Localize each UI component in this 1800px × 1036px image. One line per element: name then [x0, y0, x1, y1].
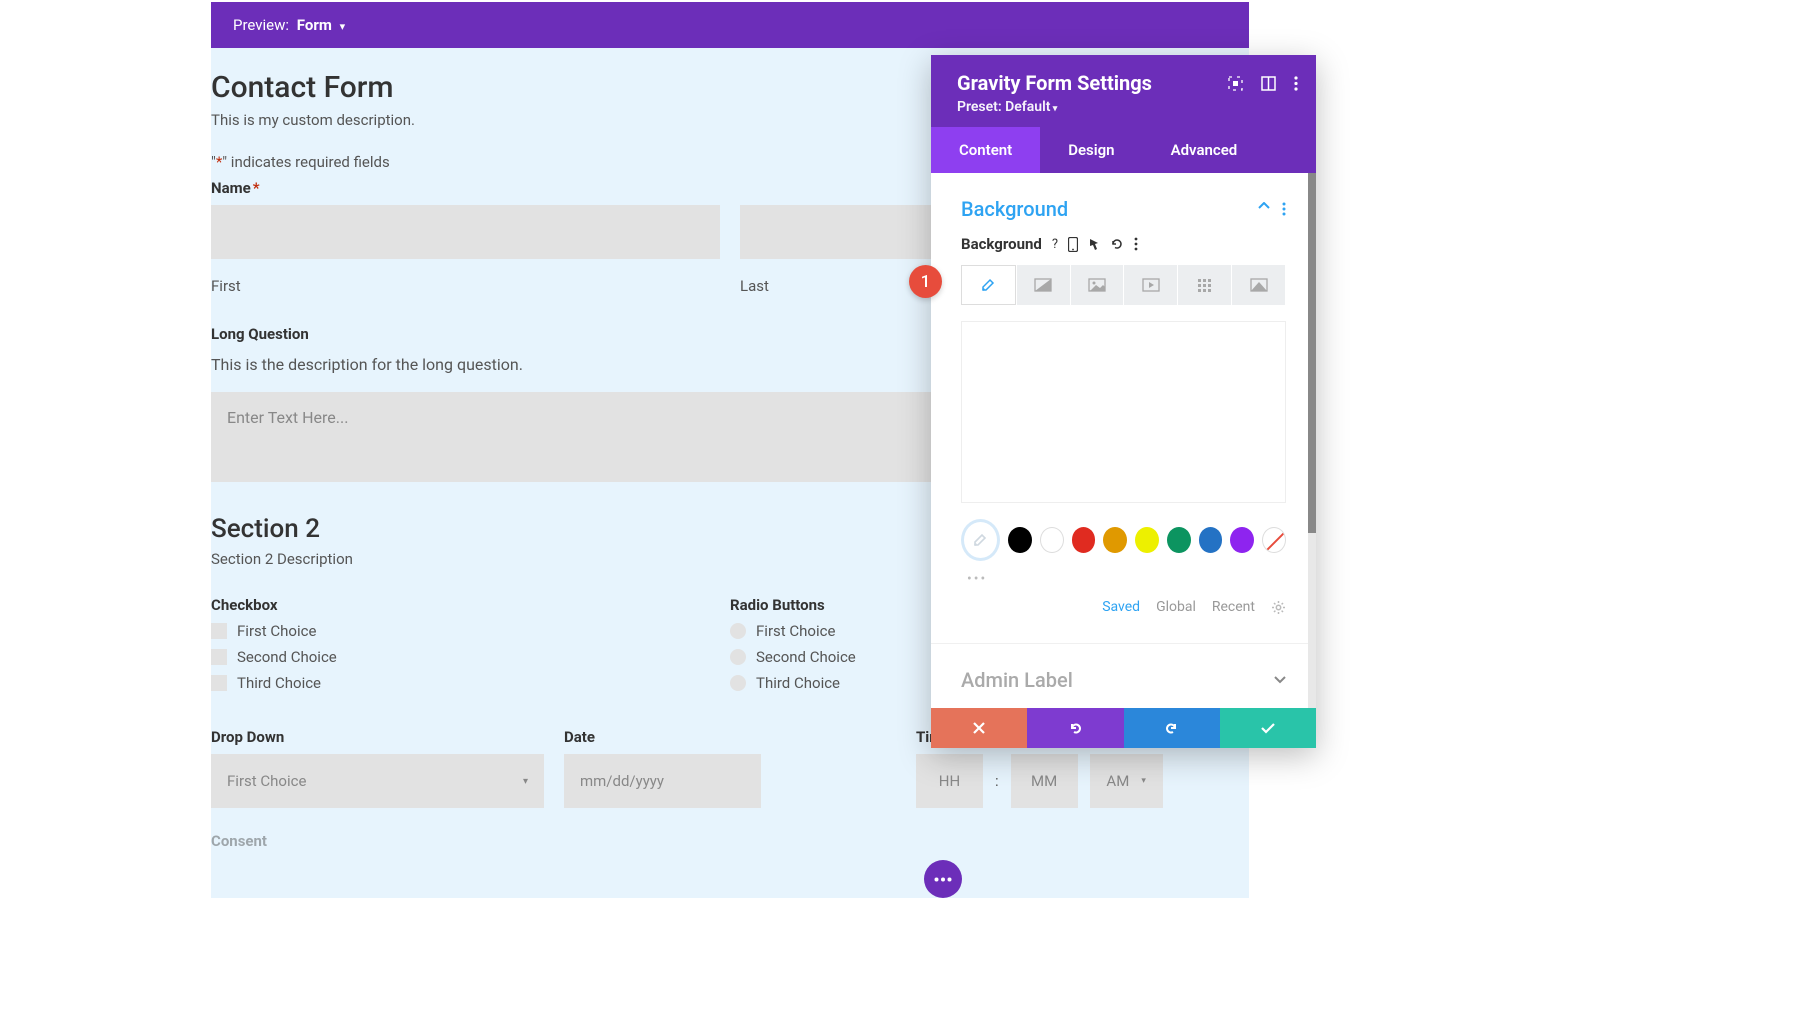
- color-tab-recent[interactable]: Recent: [1212, 599, 1255, 615]
- bg-tab-pattern[interactable]: [1178, 265, 1231, 305]
- settings-panel: Gravity Form Settings Preset: Default Co…: [931, 55, 1316, 748]
- color-palette-tabs: Saved Global Recent: [931, 597, 1316, 635]
- save-button[interactable]: [1220, 708, 1316, 748]
- tab-content[interactable]: Content: [931, 127, 1040, 173]
- cancel-button[interactable]: [931, 708, 1027, 748]
- swatch-orange[interactable]: [1103, 527, 1127, 553]
- color-tab-saved[interactable]: Saved: [1102, 599, 1140, 615]
- background-label: Background: [961, 235, 1042, 253]
- first-name-input[interactable]: [211, 205, 720, 259]
- dropdown-label: Drop Down: [211, 728, 544, 746]
- gear-icon[interactable]: [1271, 600, 1286, 615]
- panel-preset[interactable]: Preset: Default: [957, 99, 1298, 115]
- swatch-blue[interactable]: [1199, 527, 1223, 553]
- time-separator: :: [995, 772, 999, 790]
- checkbox-icon: [211, 623, 227, 639]
- section-background[interactable]: Background: [931, 191, 1316, 235]
- consent-label: Consent: [211, 832, 1249, 850]
- panel-title: Gravity Form Settings: [957, 71, 1152, 95]
- preview-bar[interactable]: Preview: Form: [211, 2, 1249, 48]
- radio-icon: [730, 623, 746, 639]
- more-icon[interactable]: [1282, 202, 1286, 216]
- hover-icon[interactable]: [1088, 237, 1100, 251]
- chevron-down-icon: [1274, 676, 1286, 684]
- checkbox-icon: [211, 649, 227, 665]
- tab-design[interactable]: Design: [1040, 127, 1142, 173]
- swatch-black[interactable]: [1008, 527, 1032, 553]
- radio-icon: [730, 649, 746, 665]
- checkbox-option[interactable]: First Choice: [211, 622, 730, 640]
- more-icon[interactable]: [1294, 76, 1298, 91]
- swatch-purple[interactable]: [1230, 527, 1254, 553]
- checkbox-label: Checkbox: [211, 596, 730, 614]
- undo-button[interactable]: [1027, 708, 1123, 748]
- phone-icon[interactable]: [1068, 237, 1078, 252]
- bg-tab-video[interactable]: [1124, 265, 1177, 305]
- swatch-yellow[interactable]: [1135, 527, 1159, 553]
- date-input[interactable]: mm/dd/yyyy: [564, 754, 761, 808]
- swatch-white[interactable]: [1040, 527, 1064, 553]
- checkbox-icon: [211, 675, 227, 691]
- annotation-badge: 1: [909, 265, 942, 298]
- color-swatches: [931, 519, 1316, 569]
- panel-header: Gravity Form Settings Preset: Default: [931, 55, 1316, 127]
- panel-tabs: Content Design Advanced: [931, 127, 1316, 173]
- background-label-row: Background ?: [961, 235, 1286, 253]
- time-ampm-select[interactable]: AM: [1090, 754, 1163, 808]
- date-label: Date: [564, 728, 761, 746]
- swatch-green[interactable]: [1167, 527, 1191, 553]
- color-tab-global[interactable]: Global: [1156, 599, 1196, 615]
- swatch-none[interactable]: [1262, 527, 1286, 553]
- chevron-up-icon[interactable]: [1258, 202, 1270, 216]
- bg-tab-gradient[interactable]: [1017, 265, 1070, 305]
- tab-advanced[interactable]: Advanced: [1143, 127, 1266, 173]
- reset-icon[interactable]: [1110, 237, 1124, 251]
- chevron-down-icon: [336, 16, 346, 34]
- bg-tab-color[interactable]: [961, 265, 1016, 305]
- background-type-tabs: [961, 265, 1286, 305]
- scrollbar-thumb[interactable]: [1308, 173, 1316, 533]
- redo-button[interactable]: [1124, 708, 1220, 748]
- checkbox-option[interactable]: Third Choice: [211, 674, 730, 692]
- more-dots-icon[interactable]: •••: [931, 569, 1316, 597]
- panel-footer: [931, 708, 1316, 748]
- dropdown-select[interactable]: First Choice: [211, 754, 544, 808]
- time-mm-input[interactable]: MM: [1011, 754, 1078, 808]
- section-admin-label[interactable]: Admin Label: [931, 643, 1316, 708]
- fab-more-button[interactable]: [924, 860, 962, 898]
- background-preview[interactable]: [961, 321, 1286, 503]
- eyedropper-button[interactable]: [961, 519, 1000, 561]
- bg-tab-image[interactable]: [1071, 265, 1124, 305]
- radio-icon: [730, 675, 746, 691]
- panel-body: Background Background ?: [931, 173, 1316, 708]
- columns-icon[interactable]: [1261, 76, 1276, 91]
- swatch-red[interactable]: [1072, 527, 1096, 553]
- more-icon[interactable]: [1134, 237, 1138, 251]
- preview-label: Preview:: [233, 16, 289, 34]
- time-hh-input[interactable]: HH: [916, 754, 983, 808]
- first-name-sublabel: First: [211, 277, 720, 295]
- bg-tab-mask[interactable]: [1232, 265, 1285, 305]
- checkbox-option[interactable]: Second Choice: [211, 648, 730, 666]
- expand-icon[interactable]: [1228, 76, 1243, 91]
- preview-value: Form: [297, 16, 332, 34]
- help-icon[interactable]: ?: [1052, 237, 1058, 252]
